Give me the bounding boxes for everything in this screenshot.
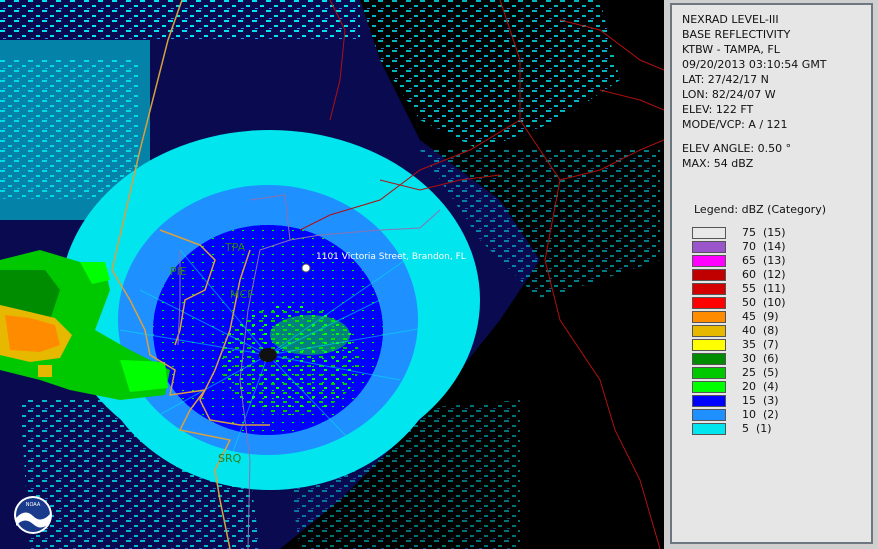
info-longitude: LON: 82/24/07 W	[682, 88, 776, 101]
legend-swatch	[692, 339, 726, 351]
legend-title: Legend: dBZ (Category)	[694, 203, 826, 216]
legend-row: 40 (8)	[692, 324, 862, 337]
legend-row: 45 (9)	[692, 310, 862, 323]
legend-swatch	[692, 381, 726, 393]
legend-label: 70 (14)	[742, 240, 786, 253]
legend-swatch	[692, 423, 726, 435]
noaa-logo-text: NOAA	[26, 502, 41, 508]
legend-row: 75 (15)	[692, 226, 862, 239]
map-label-mcf: MCF	[230, 288, 254, 301]
legend-row: 30 (6)	[692, 352, 862, 365]
info-product-type: BASE REFLECTIVITY	[682, 28, 791, 41]
legend-swatch	[692, 367, 726, 379]
legend-swatch	[692, 311, 726, 323]
legend-row: 60 (12)	[692, 268, 862, 281]
info-station: KTBW - TAMPA, FL	[682, 43, 780, 56]
legend-swatch	[692, 241, 726, 253]
legend-label: 45 (9)	[742, 310, 779, 323]
map-label-pie: PIE	[170, 265, 187, 278]
legend-label: 55 (11)	[742, 282, 786, 295]
info-max: MAX: 54 dBZ	[682, 157, 754, 170]
legend-label: 30 (6)	[742, 352, 779, 365]
info-product: NEXRAD LEVEL-III	[682, 13, 779, 26]
legend-label: 25 (5)	[742, 366, 779, 379]
legend-label: 5 (1)	[742, 422, 772, 435]
legend-label: 50 (10)	[742, 296, 786, 309]
map-label-tpa: TPA	[224, 241, 246, 254]
legend-label: 60 (12)	[742, 268, 786, 281]
legend-row: 10 (2)	[692, 408, 862, 421]
legend-row: 20 (4)	[692, 380, 862, 393]
legend-label: 10 (2)	[742, 408, 779, 421]
legend-row: 55 (11)	[692, 282, 862, 295]
legend-swatch	[692, 283, 726, 295]
legend-swatch	[692, 269, 726, 281]
noaa-logo-icon: NOAA	[14, 496, 52, 534]
legend-row: 50 (10)	[692, 296, 862, 309]
info-latitude: LAT: 27/42/17 N	[682, 73, 769, 86]
map-label-srq: SRQ	[218, 452, 242, 465]
legend-swatch	[692, 325, 726, 337]
address-marker-icon[interactable]	[301, 263, 311, 273]
legend-label: 20 (4)	[742, 380, 779, 393]
radar-site-dot	[259, 348, 277, 362]
legend-label: 75 (15)	[742, 226, 786, 239]
info-timestamp: 09/20/2013 03:10:54 GMT	[682, 58, 827, 71]
legend-swatch	[692, 297, 726, 309]
radar-viewer: TPA PIE MCF SRQ 1101 Victoria Street, Br…	[0, 0, 878, 549]
legend-row: 25 (5)	[692, 366, 862, 379]
legend-label: 65 (13)	[742, 254, 786, 267]
legend-label: 15 (3)	[742, 394, 779, 407]
legend-row: 15 (3)	[692, 394, 862, 407]
address-label: 1101 Victoria Street, Brandon, FL	[316, 252, 466, 262]
radar-map-canvas: TPA PIE MCF SRQ 1101 Victoria Street, Br…	[0, 0, 664, 549]
legend-swatch	[692, 227, 726, 239]
storm-cell-small	[38, 365, 52, 377]
info-elevation: ELEV: 122 FT	[682, 103, 754, 116]
legend-row: 35 (7)	[692, 338, 862, 351]
info-elev-angle: ELEV ANGLE: 0.50 °	[682, 142, 792, 155]
legend-row: 5 (1)	[692, 422, 862, 435]
legend-swatch	[692, 409, 726, 421]
info-panel: NEXRAD LEVEL-III BASE REFLECTIVITY KTBW …	[670, 3, 873, 544]
legend-row: 70 (14)	[692, 240, 862, 253]
radar-map[interactable]: TPA PIE MCF SRQ 1101 Victoria Street, Br…	[0, 0, 664, 549]
legend-row: 65 (13)	[692, 254, 862, 267]
legend-swatch	[692, 353, 726, 365]
legend-label: 35 (7)	[742, 338, 779, 351]
echo-cyan-west-band	[0, 40, 150, 220]
legend-swatch	[692, 255, 726, 267]
legend-label: 40 (8)	[742, 324, 779, 337]
legend-swatch	[692, 395, 726, 407]
info-mode-vcp: MODE/VCP: A / 121	[682, 118, 788, 131]
